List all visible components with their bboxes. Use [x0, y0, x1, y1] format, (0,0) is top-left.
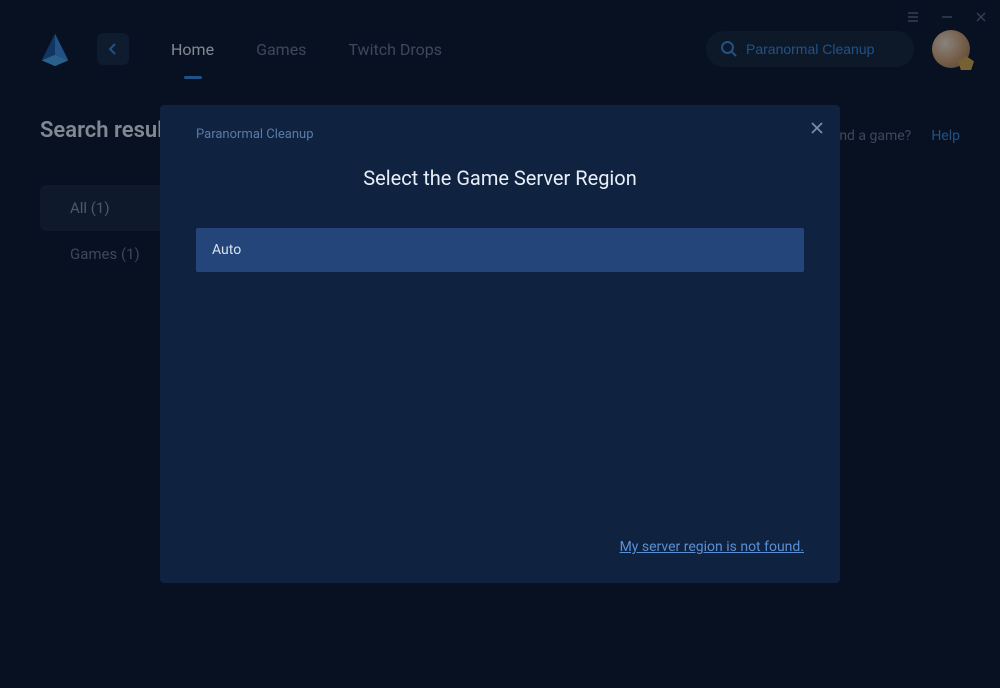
region-not-found-link[interactable]: My server region is not found. [620, 539, 804, 555]
region-option-auto[interactable]: Auto [196, 228, 804, 272]
modal-title: Select the Game Server Region [196, 166, 804, 190]
close-icon[interactable] [808, 119, 826, 137]
modal-overlay: Paranormal Cleanup Select the Game Serve… [0, 0, 1000, 688]
region-modal: Paranormal Cleanup Select the Game Serve… [160, 105, 840, 583]
modal-subtitle: Paranormal Cleanup [196, 127, 804, 142]
